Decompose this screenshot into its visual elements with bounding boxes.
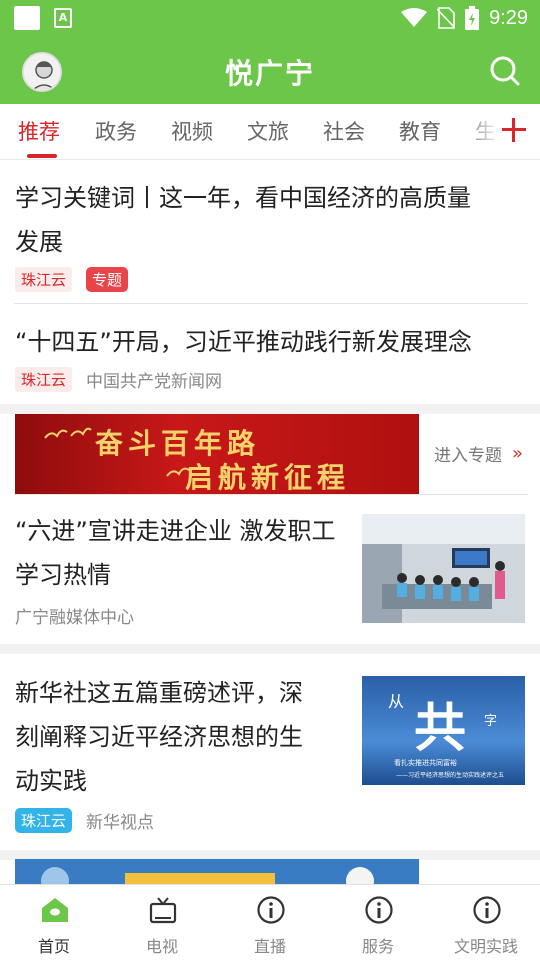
- app-header: 悦广宁: [0, 36, 540, 104]
- dove-icon: [44, 427, 92, 439]
- info-icon: [365, 896, 393, 924]
- info-icon: [257, 896, 285, 924]
- thumbnail-char-right: 字: [484, 714, 498, 729]
- section-gap: [0, 404, 540, 414]
- thumbnail-caption-2: ——习近平经济思想的生动实践述评之五: [396, 772, 505, 779]
- list-item[interactable]: 新华社这五篇重磅述评，深 刻阐释习近平经济思想的生 动实践 珠江云 新华视点 从…: [0, 654, 540, 850]
- article-title: “十四五”开局，习近平推动践行新发展理念: [15, 328, 472, 356]
- source-tag: 珠江云: [15, 367, 73, 392]
- article-title: 新华社这五篇重磅述评，深 刻阐释习近平经济思想的生 动实践: [15, 679, 303, 795]
- tv-icon: [149, 897, 177, 924]
- meeting-room-image: [362, 514, 525, 623]
- chevron-right-icon: »: [512, 443, 524, 464]
- article-source: 中国共产党新闻网: [86, 372, 223, 392]
- nav-services[interactable]: 服务: [324, 885, 432, 960]
- thumbnail-char-left: 从: [388, 692, 405, 711]
- enter-topic-link[interactable]: 进入专题: [434, 441, 502, 466]
- medical-worker-image: [15, 859, 419, 884]
- nav-home[interactable]: 首页: [0, 885, 108, 960]
- nav-tv[interactable]: 电视: [108, 885, 216, 960]
- topic-banner[interactable]: 奋斗百年路 启航新征程: [15, 414, 419, 494]
- source-tag: 珠江云: [15, 267, 73, 292]
- battery-icon: [465, 6, 480, 30]
- tab-education[interactable]: 教育: [399, 116, 441, 146]
- list-item[interactable]: “十四五”开局，习近平推动践行新发展理念 珠江云 中国共产党新闻网: [0, 304, 540, 404]
- nav-live[interactable]: 直播: [216, 885, 324, 960]
- article-title: “六进”宣讲走进企业 激发职工 学习热情: [15, 517, 336, 589]
- thumbnail-char-big: 共: [414, 698, 467, 759]
- category-tabs: 推荐 政务 视频 文旅 社会 教育 生: [0, 104, 540, 160]
- thumbnail-caption-1: 看扎实推进共同富裕: [394, 759, 457, 767]
- nav-civilization-practice[interactable]: 文明实践: [432, 885, 540, 960]
- tab-recommend[interactable]: 推荐: [18, 116, 60, 146]
- no-sim-icon: [437, 7, 456, 29]
- article-thumbnail: [362, 514, 525, 623]
- list-item[interactable]: “六进”宣讲走进企业 激发职工 学习热情 广宁融媒体中心: [0, 495, 540, 644]
- app-notification-icon: A: [54, 8, 72, 28]
- add-channel-button[interactable]: [500, 116, 528, 144]
- notification-icon: [14, 6, 40, 30]
- tab-society[interactable]: 社会: [323, 116, 365, 146]
- search-icon: [490, 56, 520, 86]
- dove-icon: [166, 467, 190, 477]
- tab-government[interactable]: 政务: [95, 116, 137, 146]
- home-icon: [42, 898, 68, 922]
- active-tab-indicator: [27, 154, 57, 158]
- tab-culture-tourism[interactable]: 文旅: [247, 116, 289, 146]
- search-button[interactable]: [488, 54, 522, 88]
- list-item[interactable]: [15, 859, 419, 884]
- wifi-icon: [401, 8, 428, 27]
- clock: 9:29: [489, 6, 528, 29]
- bottom-nav: 首页 电视 直播 服务 文明实践: [0, 884, 540, 960]
- section-gap: [0, 644, 540, 654]
- app-title: 悦广宁: [224, 57, 315, 90]
- article-thumbnail: 从 共 字 看扎实推进共同富裕 ——习近平经济思想的生动实践述评之五: [362, 676, 525, 785]
- info-icon: [473, 896, 501, 924]
- article-source: 广宁融媒体中心: [15, 608, 134, 628]
- tab-video[interactable]: 视频: [171, 116, 213, 146]
- list-item[interactable]: 学习关键词丨这一年，看中国经济的高质量 发展 珠江云 专题: [0, 161, 540, 303]
- source-tag: 珠江云: [15, 808, 73, 833]
- article-title: 学习关键词丨这一年，看中国经济的高质量 发展: [15, 184, 471, 256]
- banner-title-2: 启航新征程: [185, 461, 351, 494]
- topic-badge: 专题: [86, 267, 129, 292]
- status-bar: A 9:29: [0, 0, 540, 36]
- article-source: 新华视点: [86, 813, 155, 833]
